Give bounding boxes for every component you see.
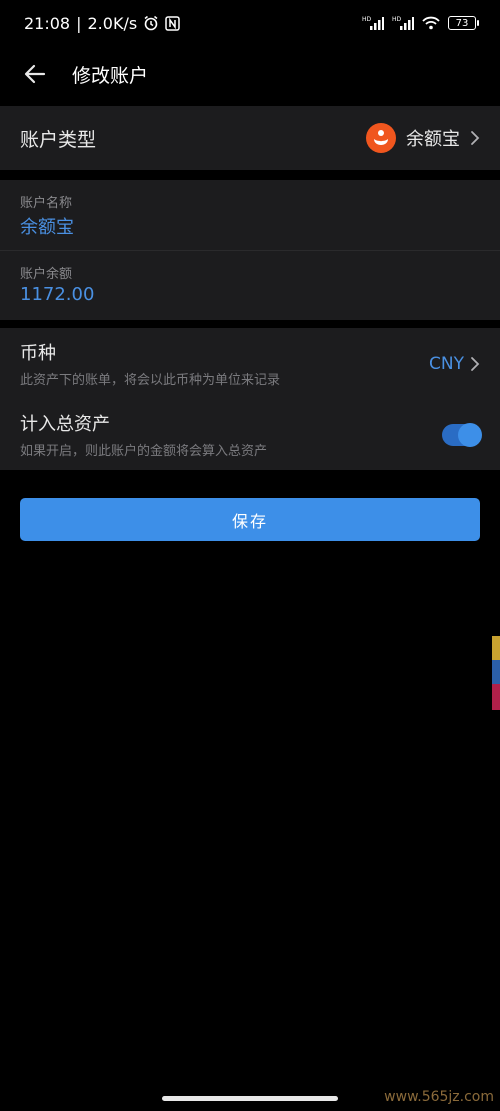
screen: 21:08 | 2.0K/s HD HD 73 修改账户 账户类型 余额宝 账户… xyxy=(0,0,500,1111)
svg-text:HD: HD xyxy=(362,16,372,23)
currency-selector[interactable]: CNY xyxy=(429,354,480,374)
account-type-selector[interactable]: 余额宝 xyxy=(366,123,480,153)
account-options-section: 币种 此资产下的账单，将会以此币种为单位来记录 CNY 计入总资产 如果开启，则… xyxy=(0,328,500,470)
account-name-field[interactable]: 账户名称 余额宝 xyxy=(0,180,500,250)
home-indicator[interactable] xyxy=(162,1096,338,1101)
status-divider: | xyxy=(76,13,82,33)
account-type-value: 余额宝 xyxy=(406,129,460,150)
wifi-icon xyxy=(422,16,440,30)
status-left: 21:08 | 2.0K/s xyxy=(24,14,180,33)
edge-strip-blue xyxy=(492,660,500,684)
chevron-right-icon xyxy=(470,130,480,146)
nfc-icon xyxy=(165,15,180,31)
account-type-row[interactable]: 账户类型 余额宝 xyxy=(0,106,500,170)
account-type-section: 账户类型 余额宝 xyxy=(0,106,500,170)
svg-text:HD: HD xyxy=(392,16,402,23)
toggle-knob xyxy=(458,422,482,447)
page-title: 修改账户 xyxy=(72,64,149,87)
account-balance-label: 账户余额 xyxy=(20,267,73,282)
save-button[interactable]: 保存 xyxy=(20,498,480,541)
edge-strip-red xyxy=(492,684,500,710)
status-right: HD HD 73 xyxy=(362,15,479,31)
currency-description: 此资产下的账单，将会以此币种为单位来记录 xyxy=(20,373,281,388)
account-details-section: 账户名称 余额宝 账户余额 1172.00 xyxy=(0,180,500,320)
arrow-left-icon xyxy=(24,64,46,84)
account-type-label: 账户类型 xyxy=(20,128,97,151)
yuebao-logo-icon xyxy=(366,123,396,153)
include-total-toggle[interactable] xyxy=(442,422,482,447)
back-button[interactable] xyxy=(20,59,50,89)
include-total-description: 如果开启，则此账户的金额将会算入总资产 xyxy=(20,444,268,459)
currency-texts: 币种 此资产下的账单，将会以此币种为单位来记录 xyxy=(20,339,280,388)
include-total-texts: 计入总资产 如果开启，则此账户的金额将会算入总资产 xyxy=(20,410,267,459)
account-balance-input[interactable]: 1172.00 xyxy=(20,284,480,305)
currency-value: CNY xyxy=(429,353,464,374)
battery-level: 73 xyxy=(455,17,469,29)
account-name-label: 账户名称 xyxy=(20,196,73,211)
currency-row[interactable]: 币种 此资产下的账单，将会以此币种为单位来记录 CNY xyxy=(0,328,500,399)
watermark: www.565jz.com xyxy=(384,1089,494,1105)
signal-hd-icon: HD xyxy=(362,15,384,31)
chevron-right-icon xyxy=(470,356,480,372)
battery-icon: 73 xyxy=(448,16,479,30)
status-bar: 21:08 | 2.0K/s HD HD 73 xyxy=(0,0,500,46)
status-time: 21:08 xyxy=(24,13,71,33)
edge-strip-yellow xyxy=(492,636,500,660)
include-total-row: 计入总资产 如果开启，则此账户的金额将会算入总资产 xyxy=(0,399,500,470)
currency-title: 币种 xyxy=(20,343,56,364)
include-total-title: 计入总资产 xyxy=(20,414,110,435)
alarm-icon xyxy=(143,15,159,31)
account-balance-field[interactable]: 账户余额 1172.00 xyxy=(0,250,500,320)
app-header: 修改账户 xyxy=(0,46,500,102)
signal-hd-icon: HD xyxy=(392,15,414,31)
network-speed: 2.0K/s xyxy=(87,13,138,33)
account-name-input[interactable]: 余额宝 xyxy=(20,213,480,239)
